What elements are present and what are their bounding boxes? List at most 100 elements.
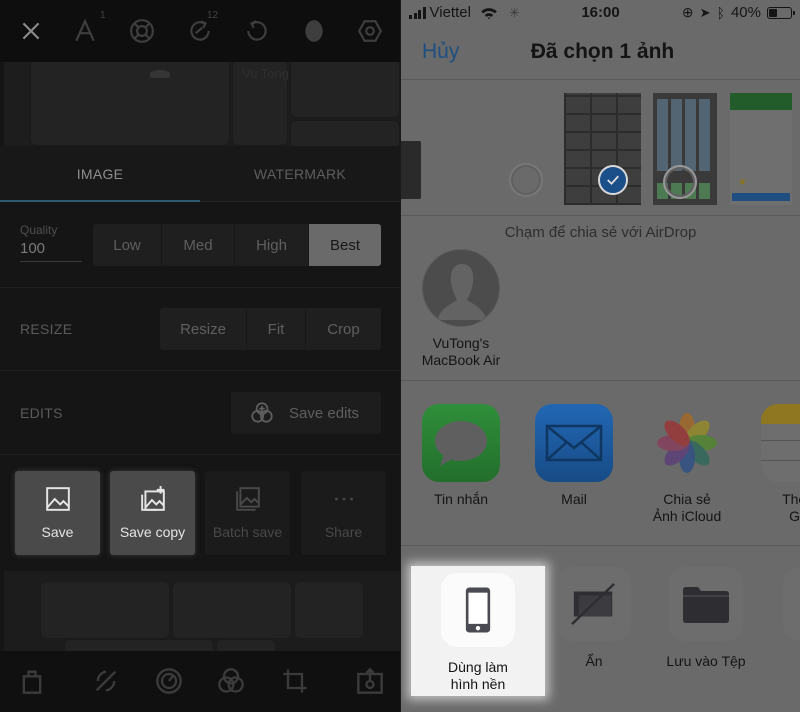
photo-thumbnail[interactable] xyxy=(653,93,717,205)
active-tab-indicator xyxy=(0,200,200,202)
batch-save-label: Batch save xyxy=(212,524,283,540)
quality-med-button[interactable]: Med xyxy=(162,224,235,266)
export-icon[interactable] xyxy=(356,667,384,695)
share-app-icloud-photos[interactable]: Chia sẻ Ảnh iCloud xyxy=(642,404,732,525)
fit-button[interactable]: Fit xyxy=(247,308,306,350)
divider xyxy=(401,545,800,546)
batch-save-button[interactable]: Batch save xyxy=(205,471,290,555)
airdrop-hint: Chạm để chia sẻ với AirDrop xyxy=(504,224,697,241)
watermark-preview-text: Vu Tong xyxy=(242,66,289,81)
save-edits-icon xyxy=(251,402,273,423)
share-app-messages[interactable]: Tin nhắn xyxy=(416,404,506,508)
phone-icon xyxy=(441,573,515,647)
share-app-label: Ảnh iCloud xyxy=(652,508,722,524)
close-icon[interactable] xyxy=(16,16,46,46)
undo-icon[interactable] xyxy=(242,16,272,46)
action-label: Ẩn xyxy=(585,653,603,669)
share-button[interactable]: Share xyxy=(301,471,386,555)
divider xyxy=(401,215,800,216)
face-icon[interactable] xyxy=(299,16,329,46)
image-icon xyxy=(45,487,70,511)
quality-high-button[interactable]: High xyxy=(235,224,309,266)
rotation-lock-icon: ⊕ xyxy=(681,4,694,20)
divider xyxy=(0,454,400,455)
save-copy-label: Save copy xyxy=(119,524,186,540)
device-name-line1: VuTong's xyxy=(432,335,490,351)
image-preview-bottom xyxy=(4,571,400,651)
status-bar: Viettel ✳ 16:00 ⊕ ➤ ᛒ 40% xyxy=(401,0,800,26)
blend-icon[interactable] xyxy=(217,667,245,695)
nav-bar: Hủy Đã chọn 1 ảnh xyxy=(401,26,800,80)
brush-icon[interactable] xyxy=(92,667,120,695)
bluetooth-icon: ᛒ xyxy=(716,4,725,21)
notes-icon xyxy=(761,404,800,482)
editor-bottom-toolbar xyxy=(0,651,400,712)
more-icon xyxy=(334,497,353,501)
save-copy-button[interactable]: Save copy xyxy=(110,471,195,555)
hide-icon xyxy=(557,567,631,641)
share-sheet-panel: Viettel ✳ 16:00 ⊕ ➤ ᛒ 40% Hủy Đã chọn 1 … xyxy=(401,0,800,712)
action-more[interactable]: Nh xyxy=(765,567,800,670)
person-silhouette-icon xyxy=(437,264,487,320)
photo-thumbnail-selected[interactable] xyxy=(564,93,641,205)
action-icon xyxy=(783,567,800,641)
batch-image-icon xyxy=(235,487,260,511)
messages-icon xyxy=(422,404,500,482)
photo-select-radio[interactable] xyxy=(509,163,543,197)
share-app-label: Mail xyxy=(561,491,587,507)
editor-tabs: IMAGE WATERMARK xyxy=(0,146,400,202)
quality-best-button[interactable]: Best xyxy=(309,224,381,266)
divider xyxy=(0,370,400,371)
share-label: Share xyxy=(324,524,363,540)
battery-icon xyxy=(767,6,795,19)
text-badge: 1 xyxy=(100,10,106,21)
divider xyxy=(0,287,400,288)
panel-divider xyxy=(400,0,401,712)
photos-icon xyxy=(648,404,726,482)
action-label: Nh xyxy=(765,653,800,670)
photo-thumbnail[interactable] xyxy=(401,141,421,199)
divider xyxy=(401,380,800,381)
resize-button[interactable]: Resize xyxy=(160,308,247,350)
bag-icon[interactable] xyxy=(18,667,46,695)
quality-label: Quality xyxy=(20,223,58,237)
quality-low-button[interactable]: Low xyxy=(93,224,162,266)
action-set-wallpaper[interactable]: Dùng làm hình nền xyxy=(411,566,545,696)
settings-icon[interactable] xyxy=(355,16,385,46)
share-app-label: Ghi xyxy=(789,508,800,524)
share-app-mail[interactable]: Mail xyxy=(529,404,619,508)
mail-icon xyxy=(535,404,613,482)
action-hide[interactable]: Ẩn xyxy=(539,567,649,670)
action-label: hình nền xyxy=(450,676,506,692)
photo-select-radio[interactable] xyxy=(663,165,697,199)
bat-logo-icon xyxy=(150,70,170,78)
save-edits-button[interactable]: Save edits xyxy=(231,392,381,434)
action-label: Dùng làm xyxy=(448,659,508,675)
photo-picker-strip: ★ xyxy=(401,81,800,221)
star-icon: ★ xyxy=(738,177,747,188)
gauge-icon[interactable] xyxy=(155,667,183,695)
editor-toolbar: 1 12 xyxy=(0,0,400,62)
avatar xyxy=(422,249,500,327)
quality-input[interactable]: 100 xyxy=(20,240,82,262)
share-app-label: Thêm xyxy=(782,491,800,507)
save-button[interactable]: Save xyxy=(15,471,100,555)
share-app-label: Chia sẻ xyxy=(663,491,711,507)
text-icon[interactable] xyxy=(70,16,100,46)
airdrop-device[interactable]: VuTong's MacBook Air xyxy=(415,249,507,369)
crop-icon[interactable] xyxy=(281,667,309,695)
tab-watermark[interactable]: WATERMARK xyxy=(200,146,400,202)
quality-selector: Low Med High Best xyxy=(93,224,381,266)
lifebuoy-icon[interactable] xyxy=(127,16,157,46)
action-label: Lưu vào Tệp xyxy=(666,653,746,669)
share-app-label: Tin nhắn xyxy=(434,491,488,507)
resize-label: RESIZE xyxy=(20,321,73,337)
share-app-notes[interactable]: Thêm Ghi xyxy=(755,404,800,525)
tab-divider xyxy=(200,201,400,202)
photo-thumbnail[interactable]: ★ xyxy=(730,93,792,205)
action-save-to-files[interactable]: Lưu vào Tệp xyxy=(651,567,761,670)
tab-image[interactable]: IMAGE xyxy=(0,146,200,202)
save-edits-label: Save edits xyxy=(289,404,360,422)
battery-percent: 40% xyxy=(730,4,761,21)
crop-button[interactable]: Crop xyxy=(306,308,381,350)
